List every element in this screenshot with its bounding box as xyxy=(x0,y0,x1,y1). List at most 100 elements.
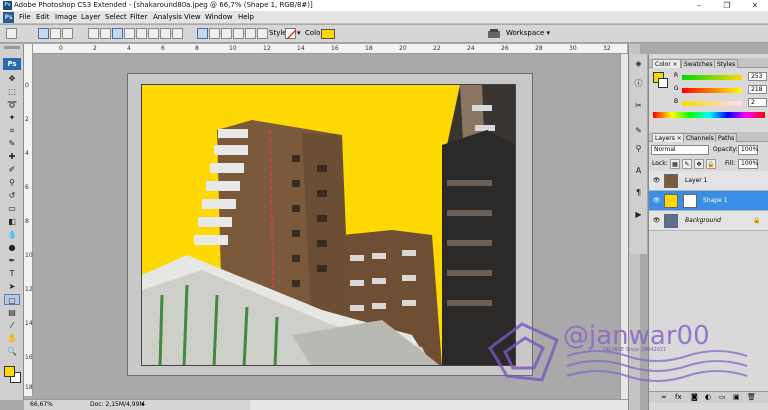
style-picker[interactable] xyxy=(285,28,297,40)
layer-row[interactable]: 👁 Layer 1 xyxy=(649,171,768,191)
ps-toolbox-logo[interactable]: Ps xyxy=(3,58,21,70)
link-icon[interactable] xyxy=(257,28,268,39)
visibility-eye-icon[interactable]: 👁 xyxy=(652,177,661,185)
marquee-tool-icon[interactable]: ⬚ xyxy=(4,86,20,97)
notes-tool-icon[interactable]: ▤ xyxy=(4,307,20,318)
blur-tool-icon[interactable]: 💧 xyxy=(4,229,20,240)
gradient-tool-icon[interactable]: ◧ xyxy=(4,216,20,227)
menu-help[interactable]: Help xyxy=(238,13,254,21)
paths-button[interactable] xyxy=(50,28,61,39)
tab-layers[interactable]: Layers × xyxy=(652,133,685,142)
navigator-panel-icon[interactable]: ◈ xyxy=(632,57,645,70)
crop-tool-icon[interactable]: ⌗ xyxy=(4,125,20,136)
ps-menu-icon[interactable]: Ps xyxy=(3,12,14,23)
polygon-shape-icon[interactable] xyxy=(148,28,159,39)
blue-slider[interactable] xyxy=(682,101,742,106)
type-tool-icon[interactable]: T xyxy=(4,268,20,279)
blend-mode-select[interactable]: Normal xyxy=(651,145,709,155)
blue-value[interactable]: 2 xyxy=(748,98,767,107)
shape-color-swatch[interactable] xyxy=(321,29,335,39)
color-ramp[interactable] xyxy=(653,112,765,118)
info-panel-icon[interactable]: ⓘ xyxy=(632,77,645,90)
healing-brush-tool-icon[interactable]: ✚ xyxy=(4,151,20,162)
pen-tool-icon[interactable] xyxy=(88,28,99,39)
exclude-shape-area-icon[interactable] xyxy=(245,28,256,39)
pen-tool-icon[interactable]: ✒ xyxy=(4,255,20,266)
maximize-button[interactable]: ❐ xyxy=(714,0,740,11)
custom-shape-icon[interactable] xyxy=(172,28,183,39)
dodge-tool-icon[interactable]: ● xyxy=(4,242,20,253)
zoom-level[interactable]: 66,67% xyxy=(30,401,53,408)
layer-name[interactable]: Shape 1 xyxy=(703,197,728,204)
new-group-icon[interactable]: ▭ xyxy=(719,393,726,401)
tool-preset-button[interactable] xyxy=(6,28,17,39)
clone-stamp-tool-icon[interactable]: ⚲ xyxy=(4,177,20,188)
menu-view[interactable]: View xyxy=(184,13,201,21)
layer-style-icon[interactable]: fx xyxy=(675,393,682,401)
lock-transparency-icon[interactable]: ▦ xyxy=(670,159,680,169)
menu-analysis[interactable]: Analysis xyxy=(153,13,182,21)
style-dropdown-icon[interactable]: ▾ xyxy=(297,29,301,37)
intersect-shape-area-icon[interactable] xyxy=(233,28,244,39)
path-selection-tool-icon[interactable]: ➤ xyxy=(4,281,20,292)
add-shape-area-icon[interactable] xyxy=(209,28,220,39)
brushes-panel-icon[interactable]: ✎ xyxy=(632,124,645,137)
menu-edit[interactable]: Edit xyxy=(36,13,50,21)
tab-paths[interactable]: Paths xyxy=(715,133,738,142)
tab-swatches[interactable]: Swatches xyxy=(681,59,716,68)
rectangle-shape-icon[interactable] xyxy=(112,28,123,39)
shape-layers-button[interactable] xyxy=(38,28,49,39)
layer-row-selected[interactable]: 👁 Shape 1 xyxy=(649,191,768,211)
toolbox-grip[interactable] xyxy=(4,46,20,49)
delete-layer-icon[interactable]: 🗑 xyxy=(747,393,756,401)
lasso-tool-icon[interactable]: ➰ xyxy=(4,99,20,110)
line-shape-icon[interactable] xyxy=(160,28,171,39)
history-brush-tool-icon[interactable]: ↺ xyxy=(4,190,20,201)
visibility-eye-icon[interactable]: 👁 xyxy=(652,217,661,225)
green-value[interactable]: 218 xyxy=(748,85,767,94)
tab-color[interactable]: Color × xyxy=(652,59,681,68)
lock-all-icon[interactable]: 🔒 xyxy=(706,159,716,169)
rounded-rectangle-icon[interactable] xyxy=(124,28,135,39)
slice-tool-icon[interactable]: ✎ xyxy=(4,138,20,149)
menu-window[interactable]: Window xyxy=(205,13,233,21)
layer-row[interactable]: 👁 Background 🔒 xyxy=(649,211,768,231)
green-slider[interactable] xyxy=(682,88,742,93)
layer-name[interactable]: Layer 1 xyxy=(685,177,707,184)
new-shape-area-icon[interactable] xyxy=(197,28,208,39)
tab-styles[interactable]: Styles xyxy=(714,59,739,68)
move-tool-icon[interactable]: ✥ xyxy=(4,73,20,84)
menu-select[interactable]: Select xyxy=(105,13,127,21)
tool-presets-panel-icon[interactable]: ✂ xyxy=(632,99,645,112)
layer-name[interactable]: Background xyxy=(685,217,721,224)
brush-tool-icon[interactable]: ✐ xyxy=(4,164,20,175)
fill-pixels-button[interactable] xyxy=(62,28,73,39)
status-menu-arrow-icon[interactable]: ▸ xyxy=(142,401,145,408)
visibility-eye-icon[interactable]: 👁 xyxy=(652,197,661,205)
workspace-dropdown[interactable]: Workspace ▾ xyxy=(506,29,550,37)
red-value[interactable]: 253 xyxy=(748,72,767,81)
paragraph-panel-icon[interactable]: ¶ xyxy=(632,186,645,199)
character-panel-icon[interactable]: A xyxy=(632,164,645,177)
horizontal-scrollbar[interactable] xyxy=(250,399,628,410)
eyedropper-tool-icon[interactable]: ⁄ xyxy=(4,320,20,331)
adjustment-layer-icon[interactable]: ◐ xyxy=(705,393,711,401)
fill-field[interactable]: 100% xyxy=(738,159,758,169)
palette-well-icon[interactable] xyxy=(487,28,501,39)
clone-source-panel-icon[interactable]: ⚲ xyxy=(632,142,645,155)
new-layer-icon[interactable]: ▣ xyxy=(733,393,740,401)
tab-channels[interactable]: Channels xyxy=(683,133,717,142)
menu-layer[interactable]: Layer xyxy=(81,13,101,21)
hand-tool-icon[interactable]: ✋ xyxy=(4,333,20,344)
zoom-tool-icon[interactable]: 🔍 xyxy=(4,346,20,357)
menu-filter[interactable]: Filter xyxy=(130,13,147,21)
menu-file[interactable]: File xyxy=(19,13,31,21)
lock-position-icon[interactable]: ✥ xyxy=(694,159,704,169)
actions-panel-icon[interactable]: ▶ xyxy=(632,208,645,221)
document-image[interactable] xyxy=(141,84,516,366)
layer-mask-icon[interactable]: ◙ xyxy=(691,393,698,401)
ellipse-shape-icon[interactable] xyxy=(136,28,147,39)
eraser-tool-icon[interactable]: ▭ xyxy=(4,203,20,214)
menu-image[interactable]: Image xyxy=(55,13,77,21)
freeform-pen-icon[interactable] xyxy=(100,28,111,39)
